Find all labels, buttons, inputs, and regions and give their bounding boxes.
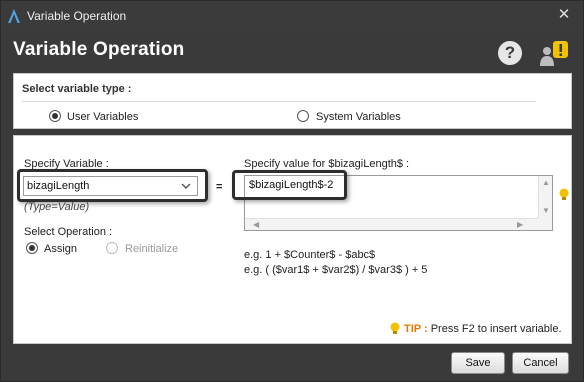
assign-label[interactable]: Assign <box>44 243 77 255</box>
chevron-down-icon <box>181 183 191 189</box>
dialog-header: Variable Operation ? <box>1 31 583 73</box>
system-variables-label[interactable]: System Variables <box>316 111 401 123</box>
tip-message: Press F2 to insert variable. <box>430 323 562 335</box>
vertical-scrollbar[interactable]: ▲ ▼ <box>538 176 552 230</box>
variable-type-hint: (Type=Value) <box>24 201 90 213</box>
scroll-down-icon[interactable]: ▼ <box>542 206 550 215</box>
user-variables-label[interactable]: User Variables <box>67 111 138 123</box>
variable-type-label: Select variable type : <box>22 83 132 95</box>
dialog-window: Variable Operation ✕ Variable Operation … <box>0 0 584 382</box>
close-icon[interactable]: ✕ <box>555 6 573 24</box>
variable-select[interactable]: bizagiLength <box>23 176 198 196</box>
select-operation-label: Select Operation : <box>24 226 113 238</box>
system-variables-radio[interactable] <box>297 110 309 122</box>
scroll-right-icon[interactable]: ▶ <box>517 220 523 229</box>
window-title: Variable Operation <box>27 9 127 23</box>
tip-lightbulb-icon <box>390 322 400 334</box>
divider <box>22 101 536 102</box>
example-line-1: e.g. 1 + $Counter$ - $abc$ <box>244 249 376 261</box>
reinitialize-radio <box>106 242 118 254</box>
tip-label: TIP : <box>404 323 428 335</box>
user-variables-radio[interactable] <box>49 110 61 122</box>
horizontal-scrollbar[interactable]: ◀ ▶ <box>245 218 539 230</box>
operation-panel: Specify Variable : bizagiLength (Type=Va… <box>13 135 572 344</box>
equals-sign: = <box>216 181 223 193</box>
bizagi-logo-icon <box>8 9 20 23</box>
title-bar: Variable Operation ✕ <box>1 1 583 31</box>
help-icon[interactable]: ? <box>498 41 522 65</box>
scroll-left-icon[interactable]: ◀ <box>253 220 259 229</box>
page-title: Variable Operation <box>13 39 185 60</box>
lightbulb-icon[interactable] <box>558 188 570 202</box>
specify-value-label: Specify value for $bizagiLength$ : <box>244 158 410 170</box>
value-highlight <box>232 170 347 200</box>
variable-select-value: bizagiLength <box>27 180 90 192</box>
tip-text: TIP : Press F2 to insert variable. <box>404 323 562 335</box>
assign-radio[interactable] <box>26 242 38 254</box>
save-button[interactable]: Save <box>451 352 505 374</box>
reinitialize-label: Reinitialize <box>125 243 179 255</box>
example-line-2: e.g. ( ($var1$ + $var2$) / $var3$ ) + 5 <box>244 264 428 276</box>
cancel-button[interactable]: Cancel <box>512 352 569 374</box>
scroll-up-icon[interactable]: ▲ <box>542 178 550 187</box>
user-alert-icon[interactable] <box>536 39 570 67</box>
variable-type-panel: Select variable type : User Variables Sy… <box>13 73 572 129</box>
